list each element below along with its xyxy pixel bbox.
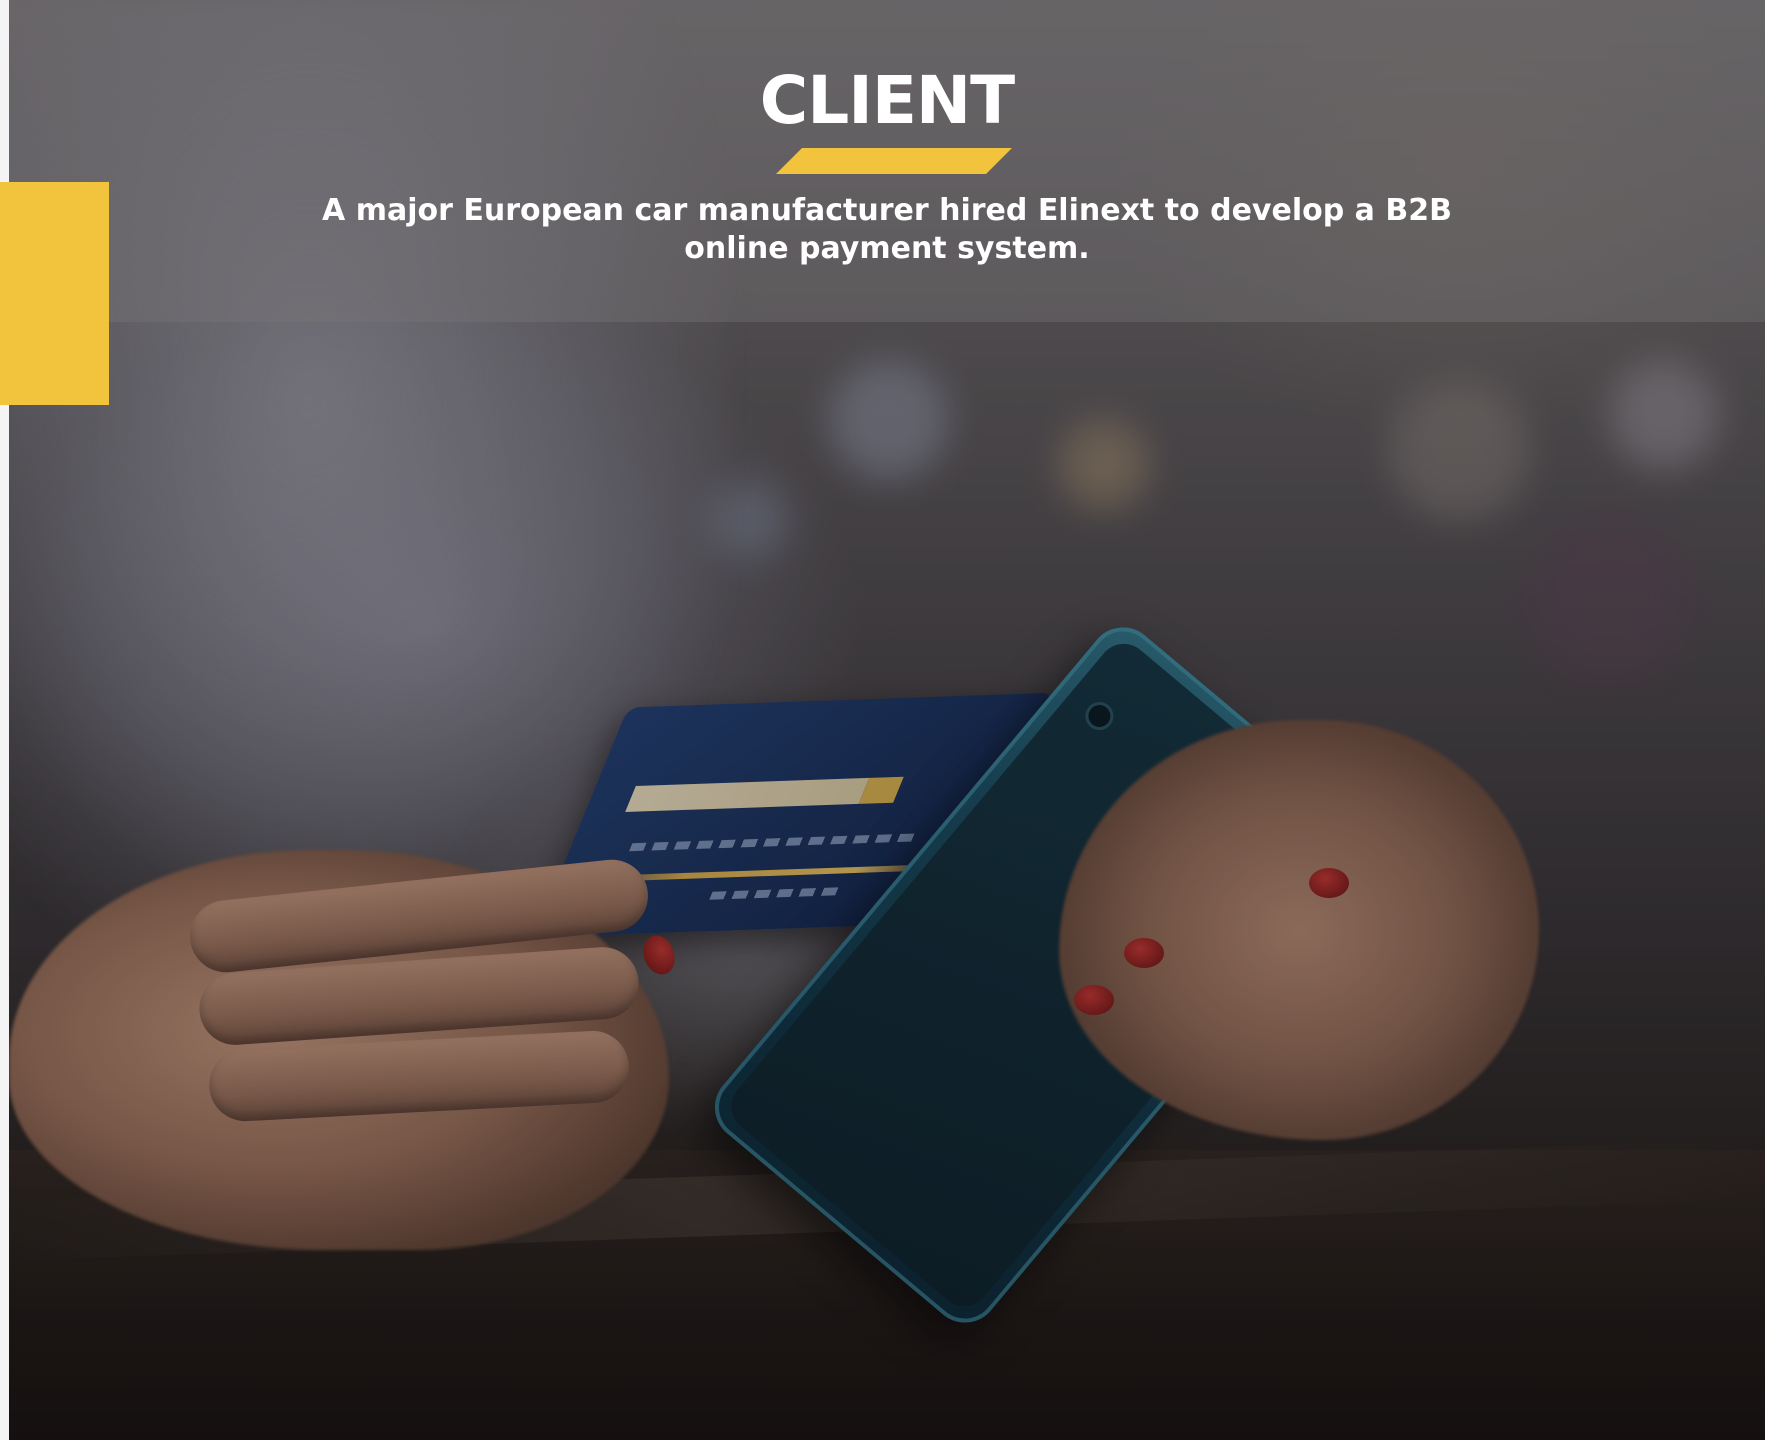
title-underline xyxy=(776,148,1012,174)
description-line-1: A major European car manufacturer hired … xyxy=(322,193,1452,228)
section-description: A major European car manufacturer hired … xyxy=(9,192,1765,268)
section-title: CLIENT xyxy=(759,62,1015,139)
description-line-2: online payment system. xyxy=(684,231,1090,266)
